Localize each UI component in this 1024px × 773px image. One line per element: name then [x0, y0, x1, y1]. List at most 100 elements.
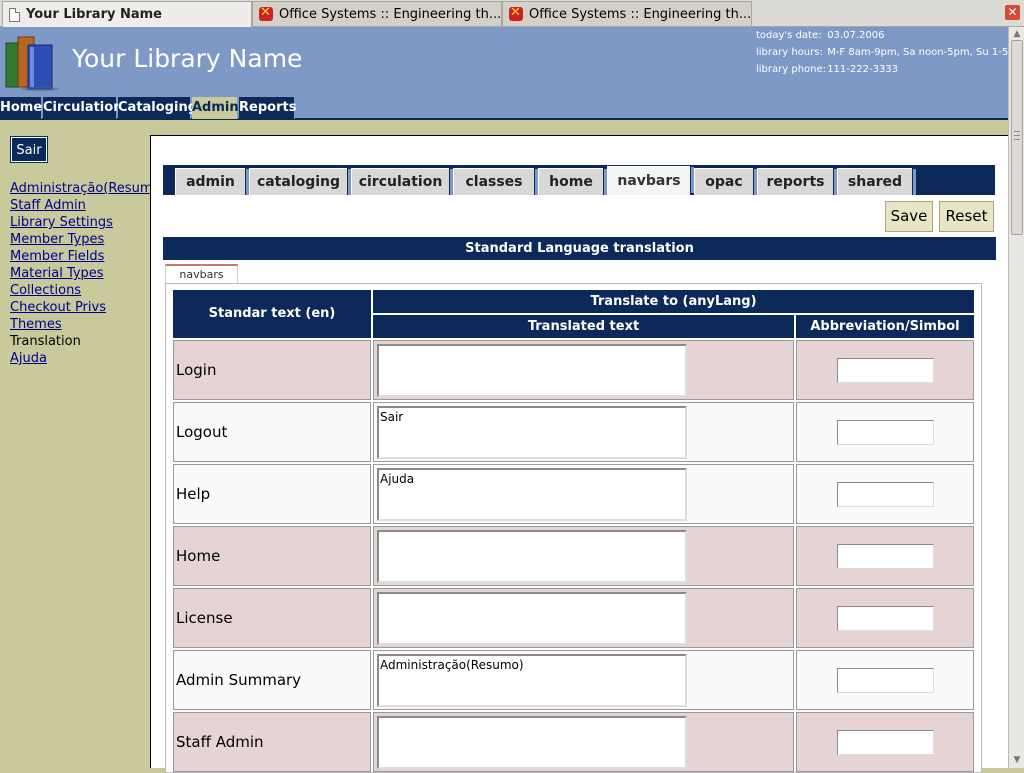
sidebar-link-admin-summary[interactable]: Administração(Resumo) — [10, 180, 166, 197]
sidebar-link-collections[interactable]: Collections — [10, 282, 166, 299]
tab-classes[interactable]: classes — [453, 168, 538, 195]
standard-text-cell: Home — [173, 526, 371, 586]
scroll-up-arrow-icon[interactable]: ▲ — [1011, 29, 1023, 39]
translated-text-input[interactable]: Administração(Resumo) — [377, 654, 687, 707]
translated-text-input[interactable]: Sair — [377, 406, 687, 459]
todays-date: today's date: 03.07.2006 — [756, 30, 884, 41]
sidebar-link-material-types[interactable]: Material Types — [10, 265, 166, 282]
browser-tab-office-systems-2[interactable]: Office Systems :: Engineering th... — [502, 1, 752, 26]
abbreviation-cell — [796, 340, 974, 400]
translated-text-input[interactable] — [377, 716, 687, 769]
table-row: Logout Sair — [173, 402, 974, 462]
standard-text-cell: Login — [173, 340, 371, 400]
hours-label: library hours: — [756, 47, 823, 58]
header-standard-text: Standar text (en) — [173, 290, 371, 338]
subtab-navbars[interactable]: navbars — [165, 264, 238, 284]
library-name: Your Library Name — [72, 44, 303, 73]
admin-sidebar-menu: Administração(Resumo) Staff Admin Librar… — [10, 180, 166, 367]
header-translate-to: Translate to (anyLang) — [373, 290, 974, 313]
standard-text-cell: Logout — [173, 402, 371, 462]
scroll-down-arrow-icon[interactable]: ▼ — [1011, 755, 1023, 765]
abbreviation-cell — [796, 526, 974, 586]
abbreviation-cell — [796, 712, 974, 772]
tab-shared[interactable]: shared — [837, 168, 916, 195]
save-button[interactable]: Save — [885, 201, 933, 232]
table-row: Help Ajuda — [173, 464, 974, 524]
sidebar-link-member-types[interactable]: Member Types — [10, 231, 166, 248]
browser-tab-office-systems-1[interactable]: Office Systems :: Engineering th... — [252, 1, 502, 26]
tab-admin[interactable]: admin — [175, 168, 249, 195]
table-row: Staff Admin — [173, 712, 974, 772]
phone-value: 111-222-3333 — [827, 64, 899, 75]
grip-line — [1014, 131, 1020, 132]
tab-opac[interactable]: opac — [694, 168, 757, 195]
browser-tab-library[interactable]: Your Library Name — [2, 1, 252, 27]
sidebar-link-member-fields[interactable]: Member Fields — [10, 248, 166, 265]
header-abbreviation: Abbreviation/Simbol — [796, 315, 974, 338]
standard-text-cell: Help — [173, 464, 371, 524]
translated-cell: Sair — [373, 402, 794, 462]
abbreviation-input[interactable] — [837, 482, 934, 507]
abbreviation-input[interactable] — [837, 544, 934, 569]
nav-tab-cataloging[interactable]: Cataloging — [118, 97, 197, 119]
browser-tab-title: Office Systems :: Engineering th... — [529, 6, 752, 22]
grip-line — [1014, 139, 1020, 140]
sidebar-link-checkout-privs[interactable]: Checkout Privs — [10, 299, 166, 316]
header-translated-text: Translated text — [373, 315, 794, 338]
nav-tab-admin[interactable]: Admin — [192, 97, 239, 119]
standard-text-cell: Admin Summary — [173, 650, 371, 710]
translated-cell — [373, 712, 794, 772]
tab-reports[interactable]: reports — [757, 168, 837, 195]
reset-button[interactable]: Reset — [939, 201, 994, 232]
browser-tab-title: Your Library Name — [26, 7, 162, 22]
abbreviation-cell — [796, 588, 974, 648]
abbreviation-input[interactable] — [837, 668, 934, 693]
logout-button[interactable]: Sair — [10, 136, 48, 163]
table-row: Home — [173, 526, 974, 586]
nav-tab-reports[interactable]: Reports — [239, 97, 296, 119]
tab-navbars[interactable]: navbars — [607, 166, 694, 195]
table-row: Login — [173, 340, 974, 400]
abbreviation-input[interactable] — [837, 606, 934, 631]
translated-text-input[interactable]: Ajuda — [377, 468, 687, 521]
translation-tab-bar: admin cataloging circulation classes hom… — [163, 165, 995, 195]
library-header: Your Library Name today's date: 03.07.20… — [0, 27, 1024, 97]
phone-label: library phone: — [756, 64, 827, 75]
browser-tab-strip: Your Library Name Office Systems :: Engi… — [0, 0, 1024, 27]
main-nav: Home Circulation Cataloging Admin Report… — [0, 97, 1008, 120]
joomla-icon — [509, 5, 523, 21]
standard-text-cell: Staff Admin — [173, 712, 371, 772]
page-icon — [9, 7, 20, 22]
abbreviation-input[interactable] — [837, 358, 934, 383]
abbreviation-cell — [796, 402, 974, 462]
translated-cell: Ajuda — [373, 464, 794, 524]
nav-tab-circulation[interactable]: Circulation — [43, 97, 122, 119]
translated-cell — [373, 340, 794, 400]
nav-tab-home[interactable]: Home — [0, 97, 42, 119]
tab-cataloging[interactable]: cataloging — [249, 168, 351, 195]
sidebar-link-themes[interactable]: Themes — [10, 316, 166, 333]
sidebar-link-translation: Translation — [10, 334, 81, 349]
scrollbar-thumb[interactable] — [1011, 40, 1023, 235]
books-logo-icon — [5, 36, 60, 91]
close-tab-icon[interactable]: ✕ — [1005, 5, 1020, 20]
abbreviation-input[interactable] — [837, 730, 934, 755]
sidebar-link-help[interactable]: Ajuda — [10, 350, 166, 367]
sidebar-link-staff-admin[interactable]: Staff Admin — [10, 197, 166, 214]
vertical-scrollbar[interactable]: ▲ ▼ — [1008, 27, 1024, 768]
translated-text-input[interactable] — [377, 592, 687, 645]
abbreviation-cell — [796, 650, 974, 710]
date-value: 03.07.2006 — [827, 30, 885, 41]
translated-text-input[interactable] — [377, 344, 687, 397]
translated-cell — [373, 588, 794, 648]
tab-home[interactable]: home — [538, 168, 607, 195]
date-label: today's date: — [756, 30, 822, 41]
abbreviation-input[interactable] — [837, 420, 934, 445]
abbreviation-cell — [796, 464, 974, 524]
translated-text-input[interactable] — [377, 530, 687, 583]
section-title: Standard Language translation — [163, 237, 996, 260]
tab-circulation[interactable]: circulation — [351, 168, 453, 195]
sidebar-link-library-settings[interactable]: Library Settings — [10, 214, 166, 231]
joomla-icon — [259, 5, 273, 21]
translated-cell: Administração(Resumo) — [373, 650, 794, 710]
